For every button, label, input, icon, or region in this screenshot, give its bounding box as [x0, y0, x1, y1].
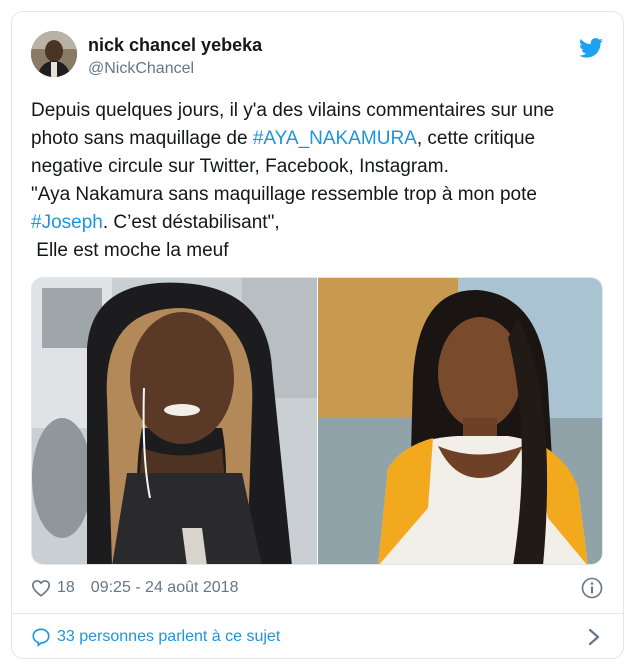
tweet-meta: 18 09:25 - 24 août 2018 [31, 577, 238, 599]
info-icon[interactable] [581, 577, 603, 599]
tweet-card: nick chancel yebeka @NickChancel Depuis … [11, 11, 624, 659]
tweet-line: #Joseph. C’est déstabilisant", [31, 209, 601, 237]
tweet-line: "Aya Nakamura sans maquillage ressemble … [31, 184, 537, 205]
like-count: 18 [57, 579, 75, 596]
author-handle[interactable]: @NickChancel [88, 60, 194, 78]
conversation-link[interactable]: 33 personnes parlent à ce sujet [31, 626, 280, 648]
hashtag-link[interactable]: #AYA_NAKAMURA [253, 128, 417, 149]
chevron-right-icon[interactable] [587, 627, 601, 647]
tweet-text-segment: . C’est déstabilisant", [102, 212, 280, 233]
twitter-bird-icon[interactable] [579, 38, 603, 58]
tweet-text: Depuis quelques jours, il y'a des vilain… [31, 97, 601, 265]
photo-with-makeup[interactable] [318, 278, 602, 564]
photo-no-makeup[interactable] [32, 278, 318, 564]
divider [12, 613, 623, 614]
tweet-line: Depuis quelques jours, il y'a des vilain… [31, 100, 555, 121]
comment-bubble-icon [32, 628, 50, 647]
tweet-text-segment: photo sans maquillage de [31, 128, 253, 149]
conversation-label[interactable]: 33 personnes parlent à ce sujet [57, 628, 280, 646]
tweet-line: photo sans maquillage de #AYA_NAKAMURA, … [31, 125, 601, 153]
hashtag-link[interactable]: #Joseph [31, 212, 103, 233]
avatar[interactable] [31, 31, 77, 77]
media-grid [31, 277, 603, 565]
tweet-text-segment: , cette critique [416, 128, 536, 149]
heart-icon[interactable] [31, 579, 51, 597]
tweet-line: Elle est moche la meuf [31, 240, 229, 261]
tweet-line: negative circule sur Twitter, Facebook, … [31, 156, 449, 177]
timestamp[interactable]: 09:25 - 24 août 2018 [91, 579, 239, 597]
author-name[interactable]: nick chancel yebeka [88, 35, 262, 56]
